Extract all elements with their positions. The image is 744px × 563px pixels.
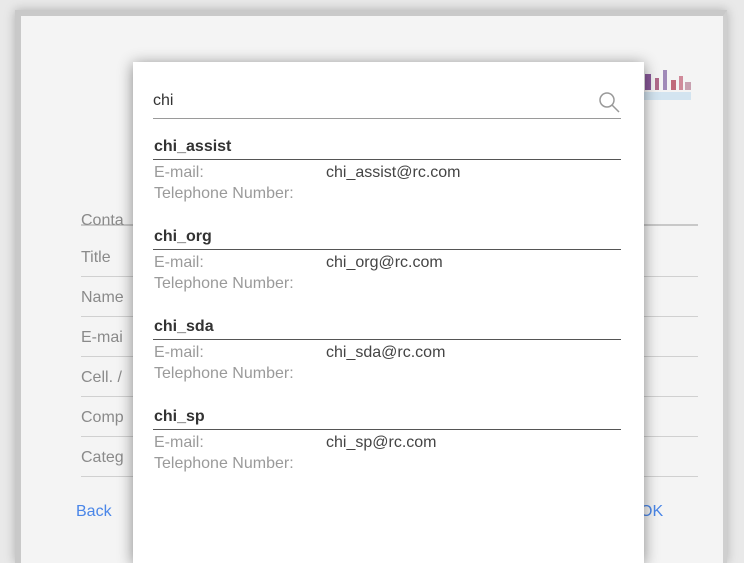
result-phone-line: Telephone Number: <box>153 363 621 384</box>
form-label-title: Title <box>81 249 111 266</box>
email-value: chi_org@rc.com <box>326 254 443 271</box>
result-name: chi_assist <box>153 135 621 160</box>
phone-label: Telephone Number: <box>154 455 294 472</box>
form-label-category: Categ <box>81 449 124 466</box>
result-name: chi_org <box>153 225 621 250</box>
result-phone-line: Telephone Number: <box>153 183 621 204</box>
search-bar <box>153 86 621 119</box>
result-email-line: E-mail: chi_sp@rc.com <box>153 432 621 453</box>
phone-label: Telephone Number: <box>154 365 294 382</box>
result-item[interactable]: chi_org E-mail: chi_org@rc.com Telephone… <box>153 225 621 294</box>
result-item[interactable]: chi_sp E-mail: chi_sp@rc.com Telephone N… <box>153 405 621 474</box>
form-label-email: E-mai <box>81 329 123 346</box>
result-name: chi_sda <box>153 315 621 340</box>
email-label: E-mail: <box>154 164 204 181</box>
result-email-line: E-mail: chi_org@rc.com <box>153 252 621 273</box>
form-label-company: Comp <box>81 409 124 426</box>
email-label: E-mail: <box>154 254 204 271</box>
result-phone-line: Telephone Number: <box>153 453 621 474</box>
search-input[interactable] <box>153 88 573 114</box>
email-value: chi_sp@rc.com <box>326 434 437 451</box>
form-label-contact: Conta <box>81 212 124 229</box>
result-name: chi_sp <box>153 405 621 430</box>
search-icon[interactable] <box>597 90 621 114</box>
email-value: chi_sda@rc.com <box>326 344 446 361</box>
result-email-line: E-mail: chi_sda@rc.com <box>153 342 621 363</box>
phone-label: Telephone Number: <box>154 275 294 292</box>
contact-search-popup: chi_assist E-mail: chi_assist@rc.com Tel… <box>133 62 644 563</box>
phone-label: Telephone Number: <box>154 185 294 202</box>
result-item[interactable]: chi_assist E-mail: chi_assist@rc.com Tel… <box>153 135 621 204</box>
result-item[interactable]: chi_sda E-mail: chi_sda@rc.com Telephone… <box>153 315 621 384</box>
result-phone-line: Telephone Number: <box>153 273 621 294</box>
form-label-cell: Cell. / <box>81 369 122 386</box>
email-label: E-mail: <box>154 344 204 361</box>
form-label-name: Name <box>81 289 124 306</box>
email-label: E-mail: <box>154 434 204 451</box>
back-button[interactable]: Back <box>76 503 112 521</box>
result-email-line: E-mail: chi_assist@rc.com <box>153 162 621 183</box>
email-value: chi_assist@rc.com <box>326 164 461 181</box>
